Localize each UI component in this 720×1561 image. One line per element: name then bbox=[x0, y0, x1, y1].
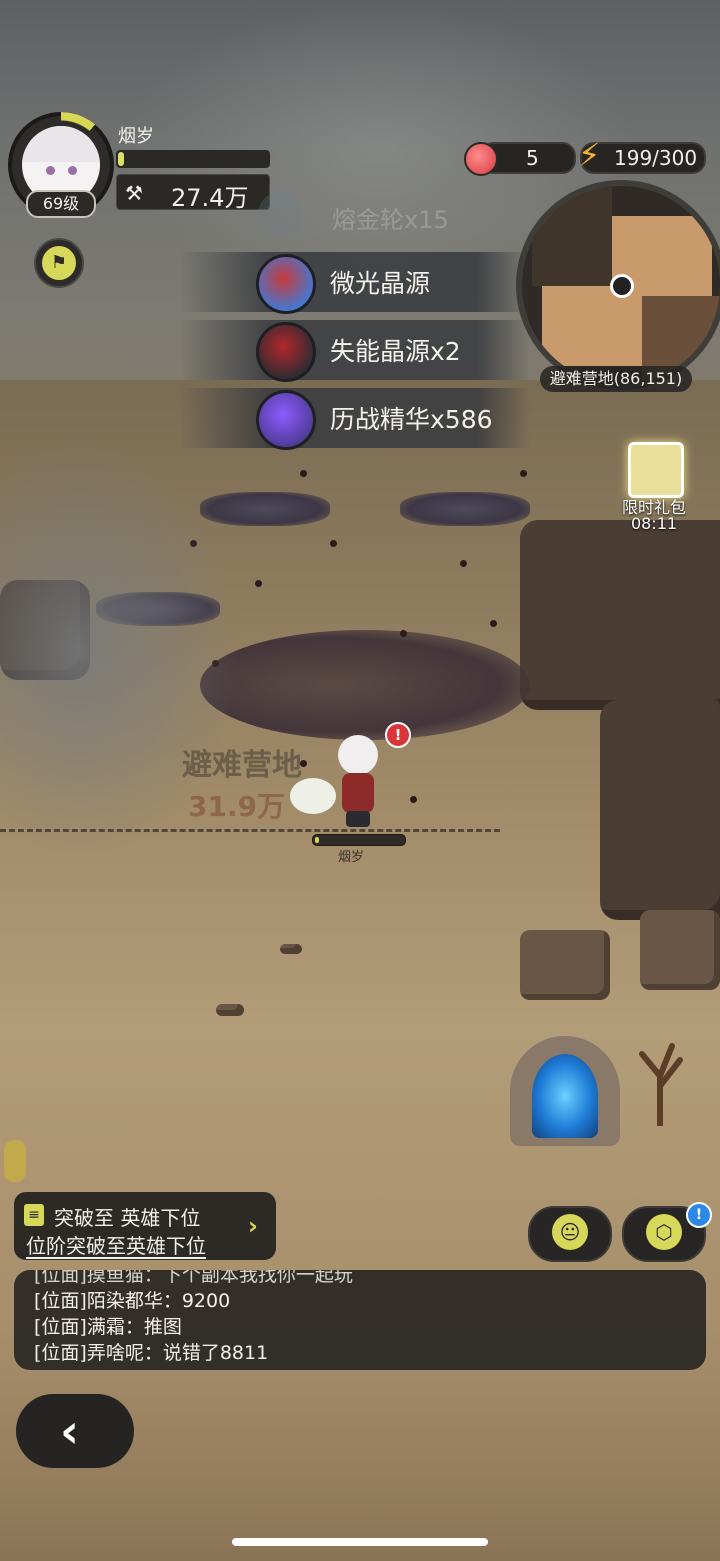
quest-list-icon: ≡ bbox=[24, 1204, 44, 1226]
zone-border bbox=[0, 829, 500, 832]
face-icon: 😐 bbox=[552, 1214, 588, 1250]
gift-timer: 08:11 bbox=[630, 514, 678, 533]
quest-title: 突破至 英雄下位 bbox=[54, 1206, 201, 1230]
apple-icon bbox=[464, 142, 498, 176]
orb-icon bbox=[256, 390, 316, 450]
home-indicator[interactable] bbox=[232, 1538, 488, 1546]
back-button[interactable]: ‹ bbox=[16, 1394, 134, 1468]
player-position-marker bbox=[610, 274, 634, 298]
alert-icon[interactable]: ! bbox=[385, 722, 411, 748]
quest-subtitle[interactable]: 位阶突破至英雄下位 bbox=[26, 1230, 206, 1259]
loot-label: 历战精华x586 bbox=[330, 405, 493, 434]
lightning-icon: ⚡ bbox=[578, 136, 601, 174]
cube-icon: ⬡ bbox=[646, 1214, 682, 1250]
flag-icon: ⚑ bbox=[42, 246, 76, 280]
gear-icon bbox=[258, 192, 302, 236]
loot-faded-label: 熔金轮x15 bbox=[332, 206, 449, 234]
pebble bbox=[280, 944, 302, 954]
zone-power-label: 31.9万 bbox=[188, 790, 286, 823]
combat-power-icon: ⚒ bbox=[125, 181, 143, 205]
defeated-monster bbox=[200, 492, 330, 526]
level-badge: 69级 bbox=[26, 190, 96, 218]
loot-label: 失能晶源x2 bbox=[330, 337, 461, 366]
quest-tracker[interactable]: ≡ 突破至 英雄下位 位阶突破至英雄下位 › bbox=[14, 1192, 276, 1260]
flag-menu-button[interactable]: ⚑ bbox=[34, 238, 84, 288]
apple-count: 5 bbox=[526, 146, 539, 170]
loot-notification: 失能晶源x2 bbox=[180, 320, 530, 382]
chat-line: [位面]陌染都华：9200 bbox=[34, 1290, 231, 1312]
cliff-rock bbox=[600, 700, 720, 920]
rock bbox=[640, 910, 720, 990]
loot-notification-faded: 熔金轮x15 bbox=[258, 192, 518, 236]
combat-power-box: ⚒ 27.4万 bbox=[116, 174, 270, 212]
exp-bar bbox=[116, 150, 270, 168]
hero-hp-bar bbox=[312, 834, 406, 846]
hero-hp-fill bbox=[315, 837, 319, 843]
crystal-icon bbox=[256, 254, 316, 314]
cactus bbox=[4, 1140, 26, 1182]
chevron-right-icon[interactable]: › bbox=[248, 1212, 258, 1240]
emote-button[interactable]: 😐 bbox=[528, 1206, 612, 1262]
chevron-left-icon: ‹ bbox=[60, 1404, 79, 1458]
chat-line: [位面]弄啥呢：说错了8811 bbox=[34, 1342, 269, 1364]
loot-notification: 历战精华x586 bbox=[180, 388, 530, 450]
exp-bar-fill bbox=[118, 152, 124, 166]
dead-tree bbox=[630, 1036, 690, 1129]
minimap[interactable] bbox=[516, 180, 720, 390]
chat-panel[interactable]: [位面]摸鱼猫：下个副本我找你一起玩 [位面]陌染都华：9200 [位面]满霜：… bbox=[14, 1270, 706, 1370]
gift-box-icon[interactable] bbox=[628, 442, 684, 498]
defeated-boss bbox=[200, 630, 530, 740]
chat-line: [位面]满霜：推图 bbox=[34, 1316, 182, 1338]
pebble bbox=[216, 1004, 244, 1016]
rock bbox=[520, 930, 610, 1000]
notification-badge: ! bbox=[686, 1202, 712, 1228]
cliff-rock bbox=[520, 520, 720, 710]
player-name: 烟岁 bbox=[118, 126, 154, 147]
player-character[interactable] bbox=[330, 735, 386, 827]
combat-power-value: 27.4万 bbox=[171, 184, 249, 212]
minimap-location: 避难营地(86,151) bbox=[540, 366, 692, 392]
crystal-icon bbox=[256, 322, 316, 382]
teleport-portal[interactable] bbox=[510, 1036, 620, 1146]
hero-name-label: 烟岁 bbox=[338, 850, 365, 865]
defeated-monster bbox=[400, 492, 530, 526]
zone-name-label: 避难营地 bbox=[182, 748, 302, 783]
chat-line: [位面]摸鱼猫：下个副本我找你一起玩 bbox=[34, 1270, 353, 1286]
loot-label: 微光晶源 bbox=[330, 269, 431, 298]
energy-value: 199/300 bbox=[614, 146, 698, 170]
loot-notification: 微光晶源 bbox=[180, 252, 530, 314]
